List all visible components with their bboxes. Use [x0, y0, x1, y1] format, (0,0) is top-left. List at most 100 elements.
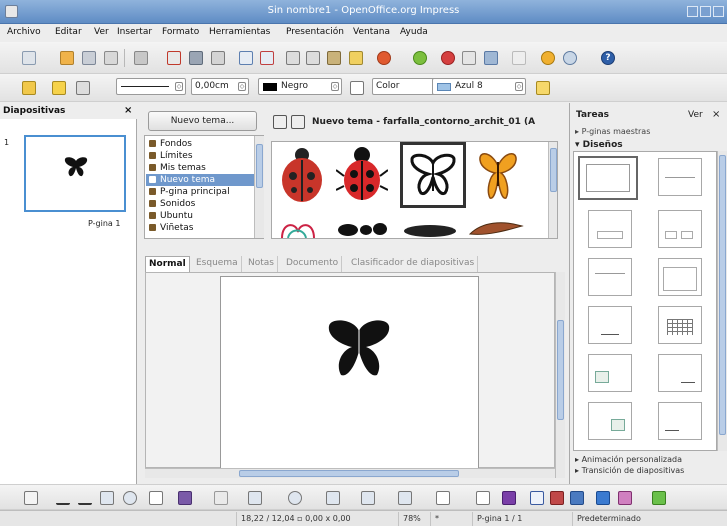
- shadow-icon[interactable]: [536, 81, 550, 95]
- arrange-icon[interactable]: [652, 491, 666, 505]
- status-zoom[interactable]: 78%: [398, 512, 428, 526]
- layout-title-only[interactable]: [658, 158, 702, 196]
- menu-archivo[interactable]: Archivo: [7, 27, 41, 37]
- from-file-icon[interactable]: [550, 491, 564, 505]
- menu-formato[interactable]: Formato: [162, 27, 199, 37]
- menu-insertar[interactable]: Insertar: [117, 27, 152, 37]
- gallery-scrollbar[interactable]: [548, 142, 557, 238]
- line-icon[interactable]: [52, 81, 66, 95]
- arrow-style-icon[interactable]: [76, 81, 90, 95]
- tab-documento[interactable]: Documento: [283, 256, 343, 272]
- cut-icon[interactable]: [286, 51, 300, 65]
- symbol-shapes-icon[interactable]: [288, 491, 302, 505]
- menu-herramientas[interactable]: Herramientas: [209, 27, 270, 37]
- detail-view-icon[interactable]: [291, 115, 305, 129]
- select-arrow-icon[interactable]: [24, 491, 38, 505]
- menu-ver[interactable]: Ver: [94, 27, 109, 37]
- theme-item[interactable]: Ubuntu: [149, 210, 193, 222]
- new-document-icon[interactable]: [22, 51, 36, 65]
- tab-normal[interactable]: Normal: [145, 256, 190, 272]
- slide-vertical-scrollbar[interactable]: [555, 272, 565, 478]
- zoom-icon[interactable]: [563, 51, 577, 65]
- close-icon[interactable]: [713, 6, 724, 17]
- ellipse-icon[interactable]: [123, 491, 137, 505]
- tasks-view-menu[interactable]: Ver: [688, 110, 703, 120]
- menu-ventana[interactable]: Ventana: [353, 27, 390, 37]
- slide-page[interactable]: [220, 276, 479, 469]
- layout-text-image[interactable]: [588, 402, 632, 440]
- navigator-icon[interactable]: [541, 51, 555, 65]
- callouts-icon[interactable]: [398, 491, 412, 505]
- maximize-icon[interactable]: [700, 6, 711, 17]
- slides-pane-close-icon[interactable]: ×: [124, 105, 132, 116]
- line-arrow-icon[interactable]: [78, 491, 92, 505]
- theme-item-selected[interactable]: Nuevo tema: [146, 174, 254, 186]
- theme-item[interactable]: Límites: [149, 150, 193, 162]
- line-width-input[interactable]: 0,00cm ◇: [191, 78, 249, 95]
- paste-icon[interactable]: [327, 51, 341, 65]
- layout-blank[interactable]: [578, 156, 638, 200]
- ladybug-red-icon[interactable]: [278, 146, 326, 204]
- ant-icon[interactable]: [336, 220, 396, 238]
- open-folder-icon[interactable]: [60, 51, 74, 65]
- rectangle-icon[interactable]: [100, 491, 114, 505]
- save-icon[interactable]: [82, 51, 96, 65]
- layout-two-content[interactable]: [658, 210, 702, 248]
- styles-icon[interactable]: [22, 81, 36, 95]
- gallery-icon[interactable]: [570, 491, 584, 505]
- flowchart-icon[interactable]: [361, 491, 375, 505]
- text-tool-icon[interactable]: [149, 491, 163, 505]
- line-tool-icon[interactable]: [56, 491, 70, 505]
- beetle-icon[interactable]: [402, 222, 458, 238]
- clone-format-icon[interactable]: [349, 51, 363, 65]
- gallery-item-selected[interactable]: [400, 142, 466, 208]
- new-theme-button[interactable]: Nuevo tema...: [148, 111, 257, 131]
- theme-item[interactable]: Mis temas: [149, 162, 206, 174]
- print-icon[interactable]: [189, 51, 203, 65]
- tasks-close-icon[interactable]: ×: [712, 109, 720, 120]
- stars-icon[interactable]: [436, 491, 450, 505]
- autospellcheck-icon[interactable]: [260, 51, 274, 65]
- theme-list-scrollbar[interactable]: [254, 136, 264, 238]
- fontwork-icon[interactable]: [530, 491, 544, 505]
- help-icon[interactable]: ?: [601, 51, 615, 65]
- chart-icon[interactable]: [441, 51, 455, 65]
- extrusion-icon[interactable]: [596, 491, 610, 505]
- master-pages-section[interactable]: ▸ P-ginas maestras: [575, 127, 650, 136]
- custom-animation-section[interactable]: ▸ Animación personalizada: [575, 455, 682, 464]
- tab-notas[interactable]: Notas: [245, 256, 278, 272]
- layout-title-table[interactable]: [658, 306, 702, 344]
- layout-title-lower[interactable]: [658, 258, 702, 296]
- area-icon[interactable]: [350, 81, 364, 95]
- tab-esquema[interactable]: Esquema: [193, 256, 242, 272]
- slide-horizontal-scrollbar[interactable]: [145, 468, 555, 478]
- redo-icon[interactable]: [413, 51, 427, 65]
- menu-ayuda[interactable]: Ayuda: [400, 27, 428, 37]
- line-color-select[interactable]: Negro ◇: [258, 78, 342, 95]
- email-icon[interactable]: [104, 51, 118, 65]
- align-icon[interactable]: [618, 491, 632, 505]
- block-arrows-icon[interactable]: [326, 491, 340, 505]
- butterfly-orange-icon[interactable]: [476, 146, 520, 206]
- points-icon[interactable]: [476, 491, 490, 505]
- layout-text-chart[interactable]: [658, 354, 702, 392]
- basic-shapes-icon[interactable]: [248, 491, 262, 505]
- theme-item[interactable]: Fondos: [149, 138, 192, 150]
- undo-icon[interactable]: [377, 51, 391, 65]
- butterfly-image[interactable]: [325, 317, 393, 379]
- tasks-scrollbar[interactable]: [717, 151, 727, 451]
- theme-item[interactable]: P-gina principal: [149, 186, 230, 198]
- theme-item[interactable]: Sonidos: [149, 198, 195, 210]
- image-icon[interactable]: [484, 51, 498, 65]
- slide-thumbnail[interactable]: [24, 135, 126, 212]
- copy-icon[interactable]: [306, 51, 320, 65]
- print-preview-icon[interactable]: [211, 51, 225, 65]
- table-icon[interactable]: [462, 51, 476, 65]
- flower-icon[interactable]: [278, 216, 324, 238]
- layout-title-centered[interactable]: [588, 258, 632, 296]
- layouts-section[interactable]: ▾ Diseños: [575, 140, 623, 150]
- minimize-icon[interactable]: [687, 6, 698, 17]
- export-pdf-icon[interactable]: [167, 51, 181, 65]
- glue-points-icon[interactable]: [502, 491, 516, 505]
- menu-presentacion[interactable]: Presentación: [286, 27, 344, 37]
